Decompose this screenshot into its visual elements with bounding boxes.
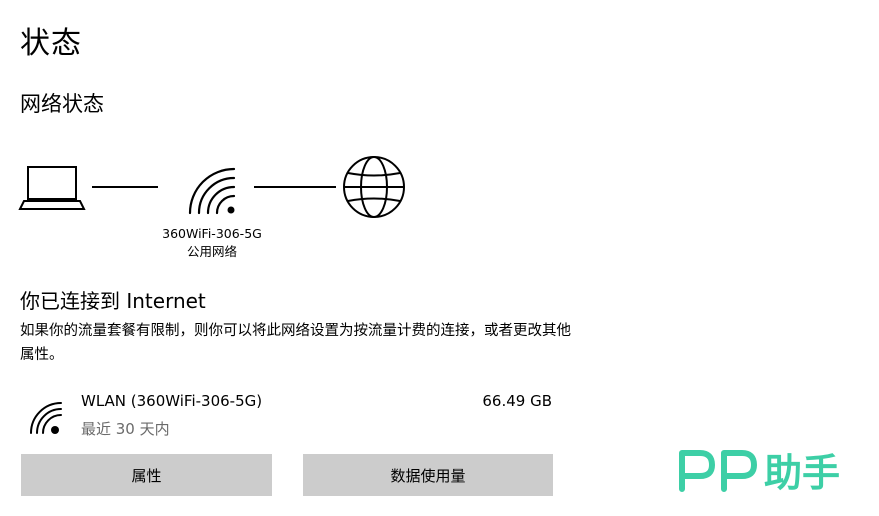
page-title: 状态	[20, 26, 82, 61]
wifi-icon	[30, 402, 62, 434]
network-label: 360WiFi-306-5G 公用网络	[146, 225, 278, 261]
data-usage-button[interactable]: 数据使用量	[303, 454, 553, 496]
properties-button[interactable]: 属性	[21, 454, 272, 496]
laptop-icon	[18, 166, 86, 210]
adapter-name: WLAN (360WiFi-306-5G)	[81, 392, 263, 410]
settings-page: 状态 网络状态 360WiFi-306-5G 公用网络 你已连接到 Intern…	[0, 0, 879, 516]
section-title-network-status: 网络状态	[20, 92, 104, 116]
network-type: 公用网络	[186, 244, 237, 259]
svg-text:助手: 助手	[764, 451, 840, 495]
globe-icon	[343, 156, 405, 218]
adapter-usage: 66.49 GB	[482, 392, 552, 410]
network-diagram	[18, 156, 405, 218]
network-name: 360WiFi-306-5G	[162, 226, 262, 241]
wifi-icon	[188, 167, 236, 215]
adapter-period: 最近 30 天内	[81, 420, 170, 438]
connection-description: 如果你的流量套餐有限制，则你可以将此网络设置为按流量计费的连接，或者更改其他属性…	[20, 323, 571, 363]
connection-status-title: 你已连接到 Internet	[20, 289, 206, 313]
pp-assistant-logo: 助手	[679, 450, 840, 495]
